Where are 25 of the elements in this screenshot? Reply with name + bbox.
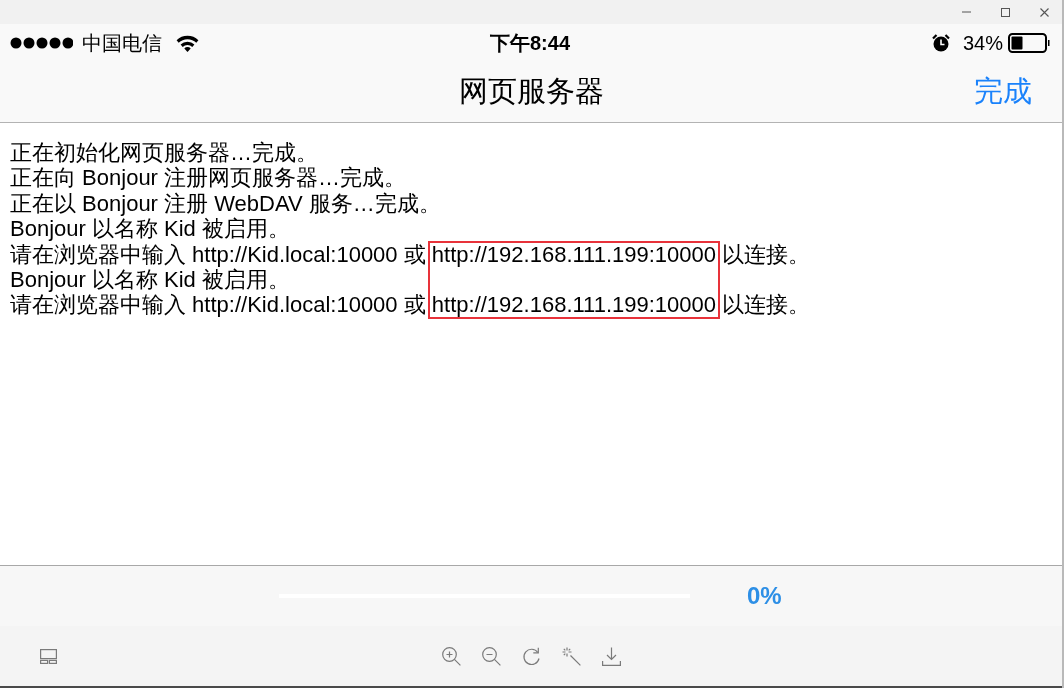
- wifi-icon: [176, 34, 199, 52]
- zoom-out-icon[interactable]: [481, 646, 501, 666]
- battery-icon: [1008, 33, 1050, 53]
- log-line: Bonjour 以名称 Kid 被启用。: [10, 216, 290, 242]
- battery-percent: 34%: [962, 31, 1003, 55]
- close-icon[interactable]: [1040, 7, 1049, 17]
- maximize-icon[interactable]: [1001, 7, 1010, 17]
- log-line: 请在浏览器中输入 http://Kid.local:10000 或 http://192.168.111.199:10000 以连接。: [10, 292, 811, 318]
- log-line: 正在以 Bonjour 注册 WebDAV 服务…完成。: [10, 190, 441, 217]
- screen-title: 网页服务器: [458, 73, 604, 109]
- alarm-clock-icon: [931, 34, 950, 52]
- log-line: Bonjour 以名称 Kid 被启用。: [10, 267, 290, 293]
- clock-time: 下午8:44: [490, 30, 570, 56]
- refresh-icon[interactable]: [521, 646, 541, 666]
- progress-percent: 0%: [747, 582, 782, 610]
- carrier-name: 中国电信: [82, 30, 162, 56]
- log-line: 正在初始化网页服务器…完成。: [10, 140, 318, 166]
- log-line: 请在浏览器中输入 http://Kid.local:10000 或 http://192.168.111.199:10000 以连接。: [10, 241, 811, 268]
- zoom-in-icon[interactable]: [441, 646, 461, 666]
- signal-dots-icon: [10, 37, 73, 49]
- magic-wand-icon[interactable]: [561, 646, 581, 666]
- download-icon[interactable]: [601, 646, 621, 666]
- log-line: 正在向 Bonjour 注册网页服务器…完成。: [10, 165, 407, 191]
- panels-icon[interactable]: [40, 648, 57, 664]
- done-button[interactable]: 完成: [974, 71, 1032, 112]
